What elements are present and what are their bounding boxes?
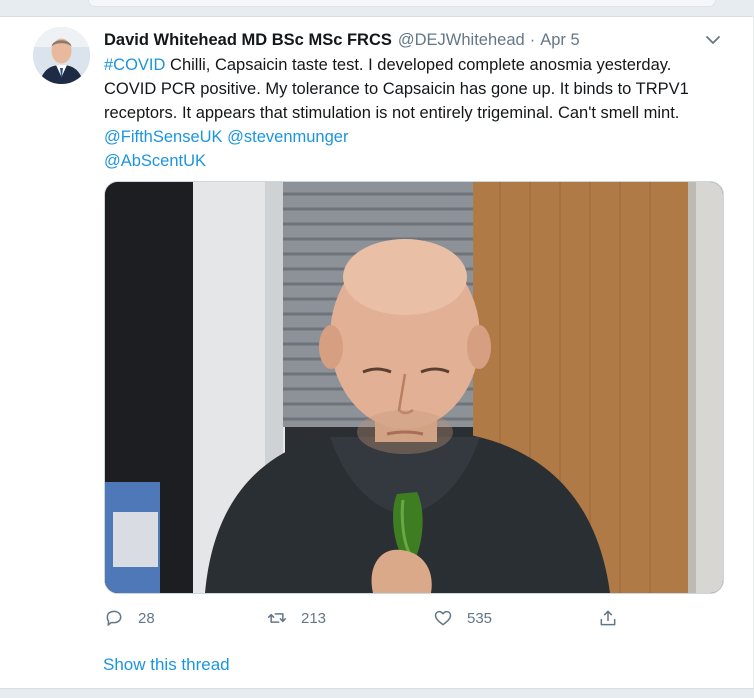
author-handle[interactable]: @DEJWhitehead <box>398 31 525 49</box>
retweet-button[interactable]: 213 <box>267 605 326 631</box>
tweet-date[interactable]: Apr 5 <box>540 31 579 49</box>
share-icon <box>600 610 616 626</box>
show-thread-link[interactable]: Show this thread <box>103 653 230 677</box>
author-name[interactable]: David Whitehead MD BSc MSc FRCS <box>104 31 392 49</box>
like-count: 535 <box>467 609 493 627</box>
tweet-body: Chilli, Capsaicin taste test. I develope… <box>104 56 689 122</box>
reply-button[interactable]: 28 <box>104 605 155 631</box>
reply-count: 28 <box>138 609 155 627</box>
retweet-count: 213 <box>301 609 327 627</box>
chevron-down-icon[interactable] <box>702 30 724 50</box>
mention-fifthsenseuk[interactable]: @FifthSenseUK <box>104 128 223 146</box>
previous-tweet-edge <box>0 0 754 17</box>
share-button[interactable] <box>598 605 632 631</box>
tweet-video[interactable] <box>104 181 724 594</box>
mention-abscentuk[interactable]: @AbScentUK <box>104 152 206 170</box>
tweet-text: #COVID Chilli, Capsaicin taste test. I d… <box>104 53 724 173</box>
heart-icon <box>434 610 452 626</box>
tweet-header: David Whitehead MD BSc MSc FRCS @DEJWhite… <box>104 29 580 51</box>
mention-stevenmunger[interactable]: @stevenmunger <box>227 128 348 146</box>
tweet-actions: 28 213 535 <box>104 605 624 631</box>
like-button[interactable]: 535 <box>433 605 492 631</box>
retweet-icon <box>267 613 287 623</box>
hashtag-covid[interactable]: #COVID <box>104 56 165 74</box>
separator-dot: · <box>529 31 536 49</box>
reply-icon <box>106 610 122 626</box>
author-avatar[interactable] <box>33 27 90 84</box>
